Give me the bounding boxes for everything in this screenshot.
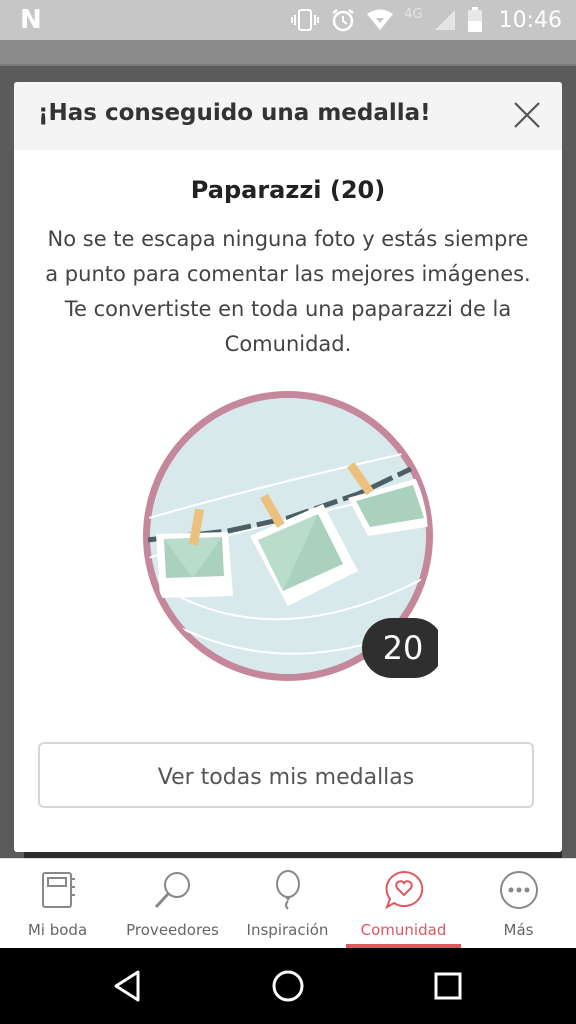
medal-title: Paparazzi (20): [190, 176, 386, 204]
tab-label: Inspiración: [246, 921, 329, 939]
tab-label: Más: [503, 921, 534, 939]
status-icons: 4G 10:46: [290, 6, 562, 34]
tab-label: Comunidad: [360, 921, 447, 939]
medal-description: No se te escapa ninguna foto y estás sie…: [45, 227, 531, 356]
more-dots-icon: [500, 871, 538, 909]
vibrate-icon: [291, 9, 320, 31]
home-icon: [272, 970, 304, 1002]
count-badge-text: 20: [383, 629, 424, 667]
tab-proveedores[interactable]: Proveedores: [115, 859, 230, 949]
home-button[interactable]: [268, 966, 308, 1006]
signal-icon: [434, 10, 455, 30]
view-all-medals-button[interactable]: Ver todas mis medallas: [38, 742, 534, 808]
tab-label: Mi boda: [27, 921, 88, 939]
chat-heart-icon: [385, 870, 424, 910]
medal-dialog: ¡Has conseguido una medalla! Paparazzi (…: [14, 82, 562, 852]
tab-inspiracion[interactable]: Inspiración: [230, 859, 345, 949]
balloon-icon: [276, 870, 300, 910]
network-type: 4G: [404, 6, 423, 22]
tab-label: Proveedores: [126, 921, 219, 939]
close-button[interactable]: [512, 100, 542, 130]
recents-button[interactable]: [428, 966, 468, 1006]
paparazzi-medal-illustration: 20: [143, 391, 438, 681]
dialog-header: ¡Has conseguido una medalla!: [14, 82, 562, 150]
wifi-icon: [367, 9, 394, 30]
notification-app-icon: N: [20, 5, 42, 35]
recents-icon: [434, 972, 462, 1000]
status-time: 10:46: [498, 7, 562, 33]
tab-comunidad[interactable]: Comunidad: [346, 859, 461, 949]
back-button[interactable]: [108, 966, 148, 1006]
status-bar: N 4G 10:46: [0, 0, 576, 40]
close-icon: [514, 102, 540, 128]
bottom-tab-bar: Mi boda Proveedores Inspiración Comunida…: [0, 858, 576, 949]
dialog-title: ¡Has conseguido una medalla!: [38, 100, 431, 126]
notebook-icon: [42, 872, 75, 908]
battery-icon: [467, 7, 482, 32]
tab-mas[interactable]: Más: [461, 859, 576, 949]
alarm-icon: [332, 9, 354, 32]
android-nav-bar: [0, 948, 576, 1024]
tab-mi-boda[interactable]: Mi boda: [0, 859, 115, 949]
search-icon: [154, 872, 190, 909]
back-icon: [114, 970, 140, 1002]
background-app-header: [0, 40, 576, 64]
